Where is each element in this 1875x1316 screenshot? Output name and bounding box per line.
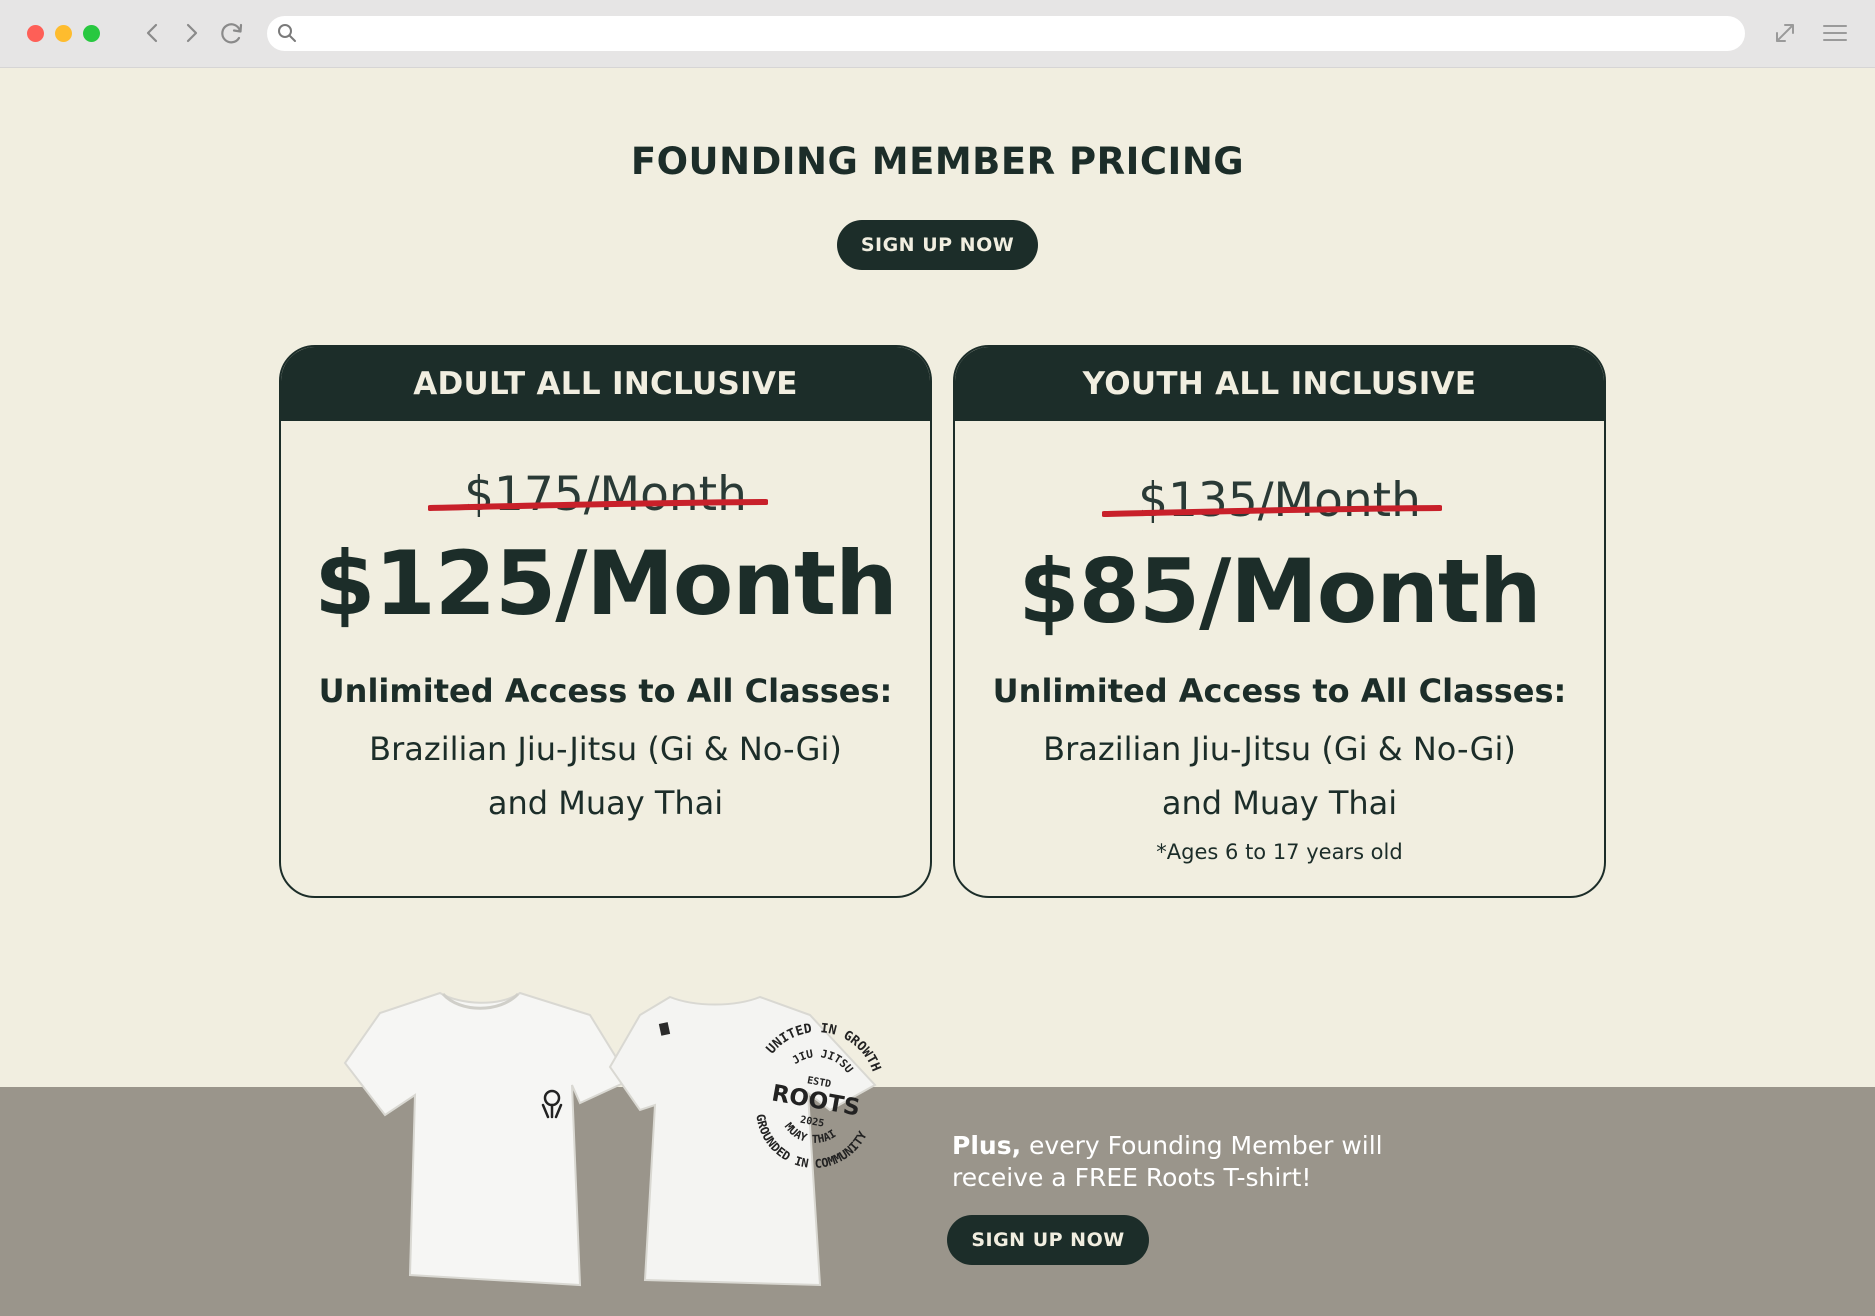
reload-icon[interactable]	[217, 18, 247, 48]
class-description-line: Brazilian Jiu-Jitsu (Gi & No-Gi)	[1043, 730, 1516, 768]
search-icon	[277, 23, 297, 43]
minimize-window-button[interactable]	[55, 25, 72, 42]
new-price: $85/Month	[1018, 540, 1541, 643]
card-header: YOUTH ALL INCLUSIVE	[955, 347, 1604, 421]
sign-up-button-bottom[interactable]: SIGN UP NOW	[947, 1215, 1149, 1265]
pricing-card-adult: ADULT ALL INCLUSIVE $175/Month $125/Mont…	[279, 345, 932, 898]
access-heading: Unlimited Access to All Classes:	[992, 672, 1567, 710]
browser-toolbar	[0, 0, 1875, 68]
promo-text-bold: Plus,	[952, 1131, 1022, 1160]
class-description-line: and Muay Thai	[1161, 784, 1398, 822]
class-description: Brazilian Jiu-Jitsu (Gi & No-Gi) and Mua…	[955, 722, 1604, 830]
sign-up-button[interactable]: SIGN UP NOW	[837, 220, 1038, 270]
maximize-window-button[interactable]	[83, 25, 100, 42]
close-window-button[interactable]	[27, 25, 44, 42]
address-bar[interactable]	[267, 16, 1745, 51]
back-icon[interactable]	[138, 18, 168, 48]
menu-icon[interactable]	[1820, 18, 1850, 48]
new-price: $125/Month	[314, 532, 897, 635]
old-price: $135/Month	[955, 473, 1604, 528]
card-header: ADULT ALL INCLUSIVE	[281, 347, 930, 421]
access-heading: Unlimited Access to All Classes:	[318, 672, 893, 710]
class-description-line: Brazilian Jiu-Jitsu (Gi & No-Gi)	[369, 730, 842, 768]
old-price: $175/Month	[281, 467, 930, 522]
promo-text: Plus, every Founding Member will receive…	[952, 1130, 1432, 1194]
tshirt-image: UNITED IN GROWTH JIU JITSU ESTD ROOTS 20…	[343, 991, 889, 1287]
pricing-card-youth: YOUTH ALL INCLUSIVE $135/Month $85/Month…	[953, 345, 1606, 898]
class-description: Brazilian Jiu-Jitsu (Gi & No-Gi) and Mua…	[281, 722, 930, 830]
forward-icon[interactable]	[176, 18, 206, 48]
class-description-line: and Muay Thai	[487, 784, 724, 822]
strikethrough-mark	[428, 499, 769, 511]
strikethrough-mark	[1102, 505, 1443, 517]
page-title: FOUNDING MEMBER PRICING	[630, 140, 1245, 183]
age-note: *Ages 6 to 17 years old	[1156, 840, 1403, 864]
expand-icon[interactable]	[1770, 18, 1800, 48]
